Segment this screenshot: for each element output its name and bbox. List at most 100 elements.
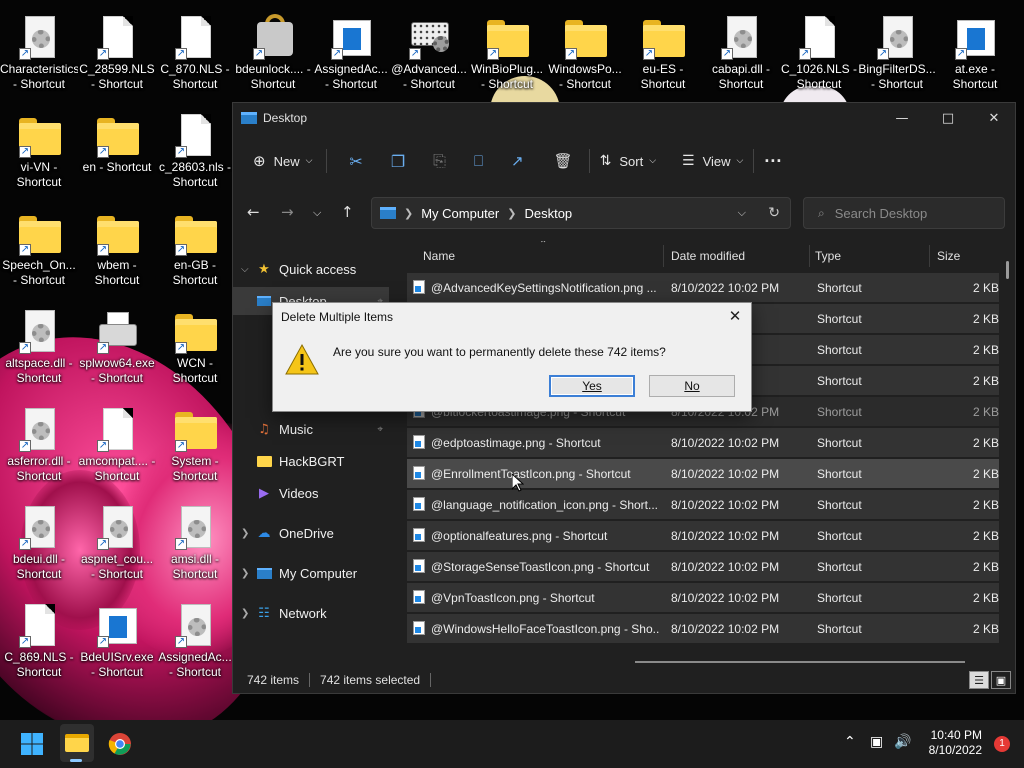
column-name[interactable]: Name xyxy=(423,249,455,263)
show-hidden-icons-chevron[interactable]: ⌃ xyxy=(844,734,856,750)
taskbar-chrome[interactable] xyxy=(104,728,136,760)
nav-music[interactable]: ♫ Music ⌖ xyxy=(233,415,389,443)
new-button[interactable]: ⊕ New ⌵ xyxy=(253,145,312,177)
tiles-view-icon[interactable]: ▣ xyxy=(991,671,1011,689)
file-row[interactable]: @WindowsHelloFaceToastIcon.png - Sho... 8… xyxy=(407,614,999,643)
desktop-shortcut[interactable]: ↗ Characteristics - Shortcut xyxy=(0,10,78,102)
desktop-shortcut[interactable]: ↗ System - Shortcut xyxy=(156,402,234,494)
copy-icon[interactable]: ❐ xyxy=(391,145,405,177)
desktop-shortcut[interactable]: ↗ c_28603.nls - Shortcut xyxy=(156,108,234,200)
address-dropdown-icon[interactable]: ⌵ xyxy=(738,206,746,220)
desktop-shortcut[interactable]: ↗ BdeUISrv.exe - Shortcut xyxy=(78,598,156,690)
system-clock[interactable]: 10:40 PM 8/10/2022 xyxy=(929,728,982,758)
address-bar[interactable]: ❯ My Computer ❯ Desktop ⌵ ↻ xyxy=(371,197,791,229)
yes-button[interactable]: Yes xyxy=(549,375,635,397)
desktop-shortcut[interactable]: ↗ splwow64.exe - Shortcut xyxy=(78,304,156,396)
view-button[interactable]: ☰ View ⌵ xyxy=(682,145,743,177)
column-divider[interactable] xyxy=(663,245,664,267)
view-label: View xyxy=(702,153,731,169)
breadcrumb-desktop[interactable]: Desktop xyxy=(524,206,572,221)
cut-icon[interactable]: ✂ xyxy=(349,145,362,177)
column-divider[interactable] xyxy=(809,245,810,267)
file-row[interactable]: @StorageSenseToastIcon.png - Shortcut 8/1… xyxy=(407,552,999,581)
desktop-shortcut[interactable]: ↗ en - Shortcut xyxy=(78,108,156,200)
file-row[interactable]: @optionalfeatures.png - Shortcut 8/10/202… xyxy=(407,521,999,550)
search-input[interactable]: ⌕ Search Desktop xyxy=(803,197,1005,229)
volume-icon[interactable]: 🔊 xyxy=(894,734,911,750)
delete-icon[interactable]: 🗑 xyxy=(554,145,573,177)
taskbar-file-explorer[interactable] xyxy=(60,724,94,762)
sort-button[interactable]: ⇅ Sort ⌵ xyxy=(600,145,656,177)
desktop-shortcut[interactable]: ↗ asferror.dll - Shortcut xyxy=(0,402,78,494)
nav-onedrive[interactable]: ❯ ☁ OneDrive xyxy=(233,519,389,547)
desktop-shortcut[interactable]: ↗ amsi.dll - Shortcut xyxy=(156,500,234,592)
column-divider[interactable] xyxy=(929,245,930,267)
breadcrumb-my-computer[interactable]: My Computer xyxy=(421,206,499,221)
desktop-shortcut[interactable]: ↗ cabapi.dll - Shortcut xyxy=(702,10,780,102)
file-row[interactable]: @VpnToastIcon.png - Shortcut 8/10/2022 10… xyxy=(407,583,999,612)
app-icon: ↗ xyxy=(953,14,997,62)
desktop-shortcut[interactable]: ↗ bdeui.dll - Shortcut xyxy=(0,500,78,592)
file-row[interactable]: @EnrollmentToastIcon.png - Shortcut 8/10/… xyxy=(407,459,999,488)
forward-arrow-icon[interactable]: → xyxy=(281,203,294,221)
start-button[interactable] xyxy=(16,728,48,760)
file-row[interactable]: @AdvancedKeySettingsNotification.png ...… xyxy=(407,273,999,302)
network-status-icon[interactable]: ▣ xyxy=(870,734,883,750)
share-icon[interactable]: ↗ xyxy=(511,145,524,177)
notification-badge[interactable]: 1 xyxy=(994,736,1010,752)
recent-locations-icon[interactable]: ⌵ xyxy=(313,206,321,220)
desktop-shortcut[interactable]: ↗ AssignedAc... - Shortcut xyxy=(312,10,390,102)
no-button[interactable]: No xyxy=(649,375,735,397)
desktop-shortcut[interactable]: ↗ WinBioPlug... - Shortcut xyxy=(468,10,546,102)
refresh-icon[interactable]: ↻ xyxy=(768,205,780,221)
desktop-shortcut[interactable]: ↗ en-GB - Shortcut xyxy=(156,206,234,298)
file-row[interactable]: @language_notification_icon.png - Short.… xyxy=(407,490,999,519)
rename-icon[interactable]: ⎕ xyxy=(474,145,483,177)
desktop-shortcut[interactable]: ↗ AssignedAc... - Shortcut xyxy=(156,598,234,690)
desktop-folder-icon xyxy=(255,293,273,309)
desktop-shortcut[interactable]: ↗ amcompat.... - Shortcut xyxy=(78,402,156,494)
vertical-scrollbar[interactable] xyxy=(1006,261,1009,279)
desktop-shortcut[interactable]: ↗ WCN - Shortcut xyxy=(156,304,234,396)
close-window-button[interactable]: ✕ xyxy=(971,103,1017,133)
up-arrow-icon[interactable]: ↑ xyxy=(341,203,354,221)
file-icon: ↗ xyxy=(95,406,139,454)
back-arrow-icon[interactable]: ← xyxy=(247,203,260,221)
nav-videos[interactable]: ▶ Videos xyxy=(233,479,389,507)
navigation-bar: ← → ⌵ ↑ ❯ My Computer ❯ Desktop ⌵ ↻ ⌕ Se… xyxy=(233,195,1015,231)
file-row[interactable]: @edptoastimage.png - Shortcut 8/10/2022 1… xyxy=(407,428,999,457)
column-type[interactable]: Type xyxy=(815,249,841,263)
more-options-button[interactable]: ··· xyxy=(764,145,782,177)
desktop-shortcut[interactable]: ↗ WindowsPo... - Shortcut xyxy=(546,10,624,102)
desktop-shortcut[interactable]: ↗ eu-ES - Shortcut xyxy=(624,10,702,102)
nav-network[interactable]: ❯ ☷ Network xyxy=(233,599,389,627)
desktop-shortcut[interactable]: ↗ @Advanced... - Shortcut xyxy=(390,10,468,102)
nav-hackbgrt[interactable]: HackBGRT xyxy=(233,447,389,475)
desktop-shortcut[interactable]: ↗ at.exe - Shortcut xyxy=(936,10,1014,102)
desktop-shortcut[interactable]: ↗ bdeunlock.... - Shortcut xyxy=(234,10,312,102)
maximize-button[interactable]: □ xyxy=(925,103,971,133)
title-bar[interactable]: Desktop — □ ✕ xyxy=(233,103,1015,133)
desktop-shortcut[interactable]: ↗ C_870.NLS - Shortcut xyxy=(156,10,234,102)
nav-quick-access[interactable]: ⌵ ★ Quick access xyxy=(233,255,389,283)
dialog-close-icon[interactable]: ✕ xyxy=(725,305,745,327)
details-view-icon[interactable]: ☰ xyxy=(969,671,989,689)
desktop-shortcut[interactable]: ↗ BingFilterDS... - Shortcut xyxy=(858,10,936,102)
minimize-button[interactable]: — xyxy=(879,103,925,133)
desktop-shortcut-label: C_870.NLS - Shortcut xyxy=(160,62,230,91)
desktop-shortcut[interactable]: ↗ C_1026.NLS - Shortcut xyxy=(780,10,858,102)
shortcut-arrow-icon: ↗ xyxy=(19,636,31,648)
desktop-shortcut[interactable]: ↗ aspnet_cou... - Shortcut xyxy=(78,500,156,592)
desktop-shortcut[interactable]: ↗ altspace.dll - Shortcut xyxy=(0,304,78,396)
paste-icon[interactable]: ⎘ xyxy=(433,145,446,177)
desktop-shortcut[interactable]: ↗ C_869.NLS - Shortcut xyxy=(0,598,78,690)
desktop-shortcut[interactable]: ↗ vi-VN - Shortcut xyxy=(0,108,78,200)
desktop-shortcut[interactable]: ↗ wbem - Shortcut xyxy=(78,206,156,298)
desktop-shortcut[interactable]: ↗ C_28599.NLS - Shortcut xyxy=(78,10,156,102)
file-type: Shortcut xyxy=(817,498,862,512)
column-size[interactable]: Size xyxy=(937,249,960,263)
horizontal-scrollbar[interactable] xyxy=(635,661,965,663)
column-date-modified[interactable]: Date modified xyxy=(671,249,745,263)
desktop-shortcut[interactable]: ↗ Speech_On... - Shortcut xyxy=(0,206,78,298)
nav-my-computer[interactable]: ❯ My Computer xyxy=(233,559,389,587)
